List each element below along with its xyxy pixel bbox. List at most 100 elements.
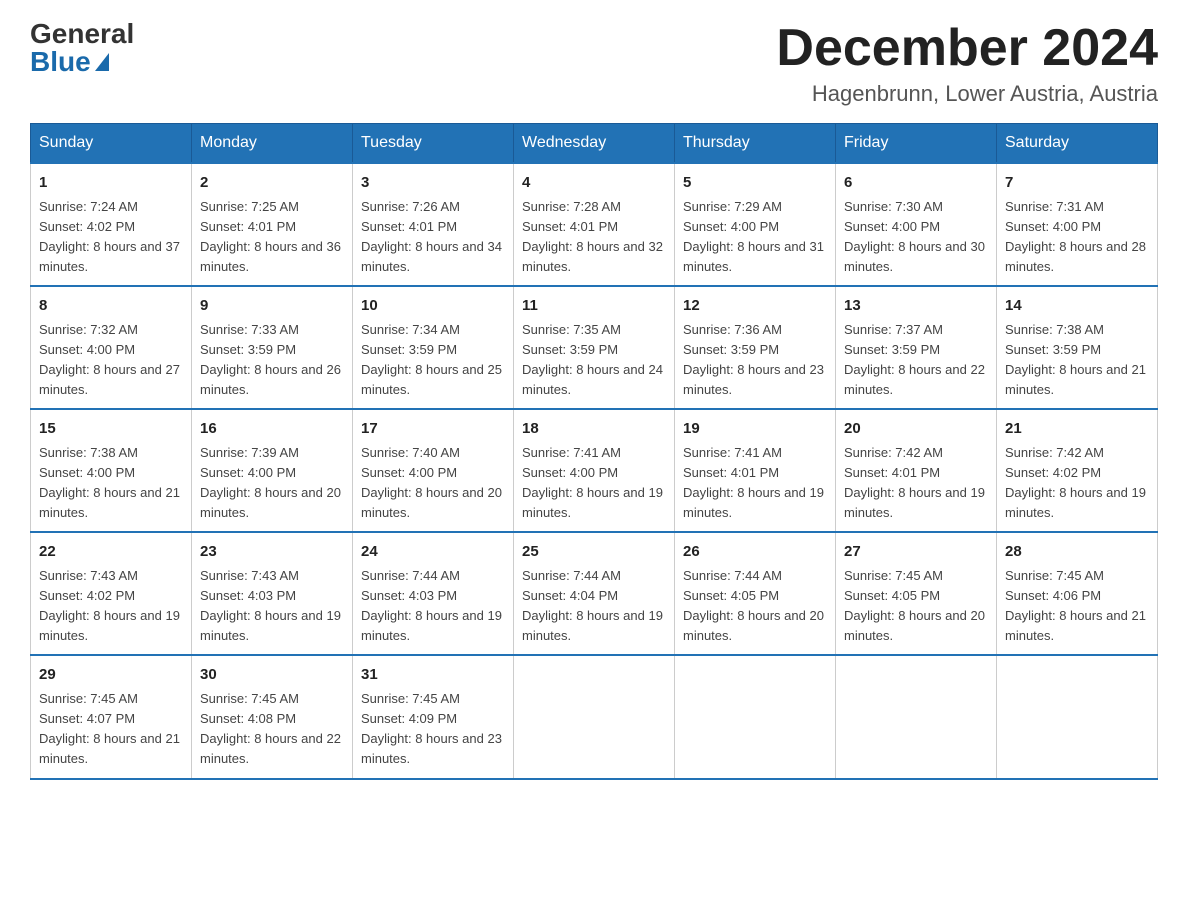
day-info: Sunrise: 7:26 AMSunset: 4:01 PMDaylight:… xyxy=(361,197,505,278)
day-number: 15 xyxy=(39,418,183,441)
day-number: 1 xyxy=(39,172,183,195)
day-number: 8 xyxy=(39,295,183,318)
calendar-day-cell: 30Sunrise: 7:45 AMSunset: 4:08 PMDayligh… xyxy=(192,655,353,778)
day-info: Sunrise: 7:42 AMSunset: 4:01 PMDaylight:… xyxy=(844,443,988,524)
calendar-day-cell: 23Sunrise: 7:43 AMSunset: 4:03 PMDayligh… xyxy=(192,532,353,655)
col-header-wednesday: Wednesday xyxy=(514,124,675,164)
calendar-week-row: 22Sunrise: 7:43 AMSunset: 4:02 PMDayligh… xyxy=(31,532,1158,655)
day-number: 23 xyxy=(200,541,344,564)
calendar-day-cell: 3Sunrise: 7:26 AMSunset: 4:01 PMDaylight… xyxy=(353,163,514,286)
col-header-saturday: Saturday xyxy=(997,124,1158,164)
calendar-day-cell xyxy=(514,655,675,778)
day-number: 9 xyxy=(200,295,344,318)
calendar-day-cell: 17Sunrise: 7:40 AMSunset: 4:00 PMDayligh… xyxy=(353,409,514,532)
day-number: 14 xyxy=(1005,295,1149,318)
calendar-day-cell: 5Sunrise: 7:29 AMSunset: 4:00 PMDaylight… xyxy=(675,163,836,286)
day-info: Sunrise: 7:37 AMSunset: 3:59 PMDaylight:… xyxy=(844,320,988,401)
day-info: Sunrise: 7:42 AMSunset: 4:02 PMDaylight:… xyxy=(1005,443,1149,524)
day-number: 19 xyxy=(683,418,827,441)
logo-general-text: General xyxy=(30,20,134,48)
page-header: General Blue December 2024 Hagenbrunn, L… xyxy=(30,20,1158,107)
day-number: 22 xyxy=(39,541,183,564)
day-info: Sunrise: 7:36 AMSunset: 3:59 PMDaylight:… xyxy=(683,320,827,401)
day-info: Sunrise: 7:38 AMSunset: 4:00 PMDaylight:… xyxy=(39,443,183,524)
day-number: 6 xyxy=(844,172,988,195)
col-header-sunday: Sunday xyxy=(31,124,192,164)
col-header-monday: Monday xyxy=(192,124,353,164)
calendar-day-cell: 10Sunrise: 7:34 AMSunset: 3:59 PMDayligh… xyxy=(353,286,514,409)
day-number: 21 xyxy=(1005,418,1149,441)
day-info: Sunrise: 7:25 AMSunset: 4:01 PMDaylight:… xyxy=(200,197,344,278)
calendar-week-row: 29Sunrise: 7:45 AMSunset: 4:07 PMDayligh… xyxy=(31,655,1158,778)
day-info: Sunrise: 7:39 AMSunset: 4:00 PMDaylight:… xyxy=(200,443,344,524)
day-info: Sunrise: 7:30 AMSunset: 4:00 PMDaylight:… xyxy=(844,197,988,278)
calendar-day-cell: 12Sunrise: 7:36 AMSunset: 3:59 PMDayligh… xyxy=(675,286,836,409)
calendar-day-cell: 13Sunrise: 7:37 AMSunset: 3:59 PMDayligh… xyxy=(836,286,997,409)
day-info: Sunrise: 7:44 AMSunset: 4:03 PMDaylight:… xyxy=(361,566,505,647)
day-info: Sunrise: 7:32 AMSunset: 4:00 PMDaylight:… xyxy=(39,320,183,401)
calendar-day-cell: 22Sunrise: 7:43 AMSunset: 4:02 PMDayligh… xyxy=(31,532,192,655)
calendar-day-cell: 15Sunrise: 7:38 AMSunset: 4:00 PMDayligh… xyxy=(31,409,192,532)
day-number: 3 xyxy=(361,172,505,195)
day-number: 28 xyxy=(1005,541,1149,564)
day-number: 31 xyxy=(361,664,505,687)
day-info: Sunrise: 7:35 AMSunset: 3:59 PMDaylight:… xyxy=(522,320,666,401)
calendar-day-cell: 24Sunrise: 7:44 AMSunset: 4:03 PMDayligh… xyxy=(353,532,514,655)
calendar-day-cell xyxy=(675,655,836,778)
day-number: 2 xyxy=(200,172,344,195)
day-info: Sunrise: 7:34 AMSunset: 3:59 PMDaylight:… xyxy=(361,320,505,401)
day-info: Sunrise: 7:41 AMSunset: 4:00 PMDaylight:… xyxy=(522,443,666,524)
calendar-day-cell: 9Sunrise: 7:33 AMSunset: 3:59 PMDaylight… xyxy=(192,286,353,409)
calendar-day-cell: 25Sunrise: 7:44 AMSunset: 4:04 PMDayligh… xyxy=(514,532,675,655)
calendar-day-cell: 6Sunrise: 7:30 AMSunset: 4:00 PMDaylight… xyxy=(836,163,997,286)
day-number: 24 xyxy=(361,541,505,564)
day-info: Sunrise: 7:45 AMSunset: 4:09 PMDaylight:… xyxy=(361,689,505,770)
day-info: Sunrise: 7:41 AMSunset: 4:01 PMDaylight:… xyxy=(683,443,827,524)
day-number: 29 xyxy=(39,664,183,687)
calendar-day-cell xyxy=(836,655,997,778)
calendar-day-cell: 21Sunrise: 7:42 AMSunset: 4:02 PMDayligh… xyxy=(997,409,1158,532)
day-info: Sunrise: 7:44 AMSunset: 4:05 PMDaylight:… xyxy=(683,566,827,647)
calendar-day-cell: 20Sunrise: 7:42 AMSunset: 4:01 PMDayligh… xyxy=(836,409,997,532)
day-number: 30 xyxy=(200,664,344,687)
logo-triangle-icon xyxy=(95,53,109,71)
day-number: 16 xyxy=(200,418,344,441)
calendar-week-row: 1Sunrise: 7:24 AMSunset: 4:02 PMDaylight… xyxy=(31,163,1158,286)
day-number: 10 xyxy=(361,295,505,318)
day-number: 7 xyxy=(1005,172,1149,195)
day-info: Sunrise: 7:45 AMSunset: 4:07 PMDaylight:… xyxy=(39,689,183,770)
day-info: Sunrise: 7:24 AMSunset: 4:02 PMDaylight:… xyxy=(39,197,183,278)
calendar-day-cell: 14Sunrise: 7:38 AMSunset: 3:59 PMDayligh… xyxy=(997,286,1158,409)
calendar-day-cell xyxy=(997,655,1158,778)
calendar-week-row: 15Sunrise: 7:38 AMSunset: 4:00 PMDayligh… xyxy=(31,409,1158,532)
day-number: 13 xyxy=(844,295,988,318)
month-title: December 2024 xyxy=(776,20,1158,77)
day-info: Sunrise: 7:43 AMSunset: 4:02 PMDaylight:… xyxy=(39,566,183,647)
calendar-day-cell: 28Sunrise: 7:45 AMSunset: 4:06 PMDayligh… xyxy=(997,532,1158,655)
calendar-week-row: 8Sunrise: 7:32 AMSunset: 4:00 PMDaylight… xyxy=(31,286,1158,409)
day-info: Sunrise: 7:45 AMSunset: 4:08 PMDaylight:… xyxy=(200,689,344,770)
calendar-day-cell: 26Sunrise: 7:44 AMSunset: 4:05 PMDayligh… xyxy=(675,532,836,655)
day-number: 4 xyxy=(522,172,666,195)
calendar-day-cell: 4Sunrise: 7:28 AMSunset: 4:01 PMDaylight… xyxy=(514,163,675,286)
day-number: 25 xyxy=(522,541,666,564)
calendar-day-cell: 11Sunrise: 7:35 AMSunset: 3:59 PMDayligh… xyxy=(514,286,675,409)
day-number: 26 xyxy=(683,541,827,564)
day-number: 12 xyxy=(683,295,827,318)
day-number: 20 xyxy=(844,418,988,441)
calendar-day-cell: 16Sunrise: 7:39 AMSunset: 4:00 PMDayligh… xyxy=(192,409,353,532)
calendar-header-row: SundayMondayTuesdayWednesdayThursdayFrid… xyxy=(31,124,1158,164)
calendar-day-cell: 1Sunrise: 7:24 AMSunset: 4:02 PMDaylight… xyxy=(31,163,192,286)
calendar-day-cell: 31Sunrise: 7:45 AMSunset: 4:09 PMDayligh… xyxy=(353,655,514,778)
calendar-day-cell: 7Sunrise: 7:31 AMSunset: 4:00 PMDaylight… xyxy=(997,163,1158,286)
day-number: 11 xyxy=(522,295,666,318)
day-number: 17 xyxy=(361,418,505,441)
day-info: Sunrise: 7:28 AMSunset: 4:01 PMDaylight:… xyxy=(522,197,666,278)
calendar-day-cell: 29Sunrise: 7:45 AMSunset: 4:07 PMDayligh… xyxy=(31,655,192,778)
calendar-day-cell: 18Sunrise: 7:41 AMSunset: 4:00 PMDayligh… xyxy=(514,409,675,532)
day-number: 27 xyxy=(844,541,988,564)
day-info: Sunrise: 7:43 AMSunset: 4:03 PMDaylight:… xyxy=(200,566,344,647)
title-area: December 2024 Hagenbrunn, Lower Austria,… xyxy=(776,20,1158,107)
col-header-friday: Friday xyxy=(836,124,997,164)
calendar-table: SundayMondayTuesdayWednesdayThursdayFrid… xyxy=(30,123,1158,779)
